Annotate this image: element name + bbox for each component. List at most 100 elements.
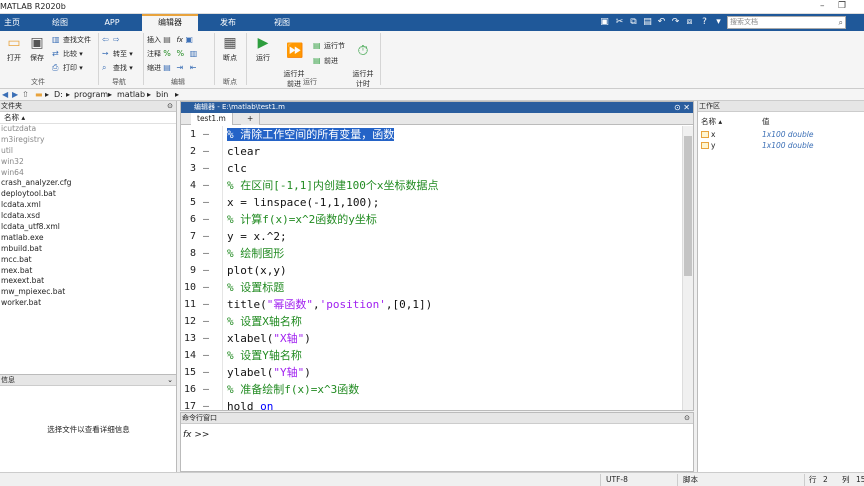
address-bar[interactable]: ◀ ▶ ⇧ ▬ ▸ D: ▸ program ▸ matlab ▸ bin ▸ [0,89,864,101]
help-icon[interactable]: ? [699,17,710,28]
code-text[interactable]: hold on [227,398,273,410]
restore-icon[interactable]: ❐ [838,1,846,11]
find-button[interactable]: ⌕ 查找 ▾ [102,63,133,73]
tab-test1[interactable]: test1.m [191,113,233,125]
code-text[interactable]: % 设置Y轴名称 [227,347,302,364]
file-item[interactable]: crash_analyzer.cfg [0,178,176,189]
file-item[interactable]: lcdata.xsd [0,211,176,222]
file-item[interactable]: mex.bat [0,266,176,277]
code-line[interactable]: 17– hold on [181,398,677,410]
workspace-var-row[interactable]: x 1x100 double [698,129,864,140]
back-icon[interactable]: ◀ [2,89,8,101]
undo-icon[interactable]: ↶ [656,17,667,28]
code-text[interactable]: % 准备绘制f(x)=x^3函数 [227,381,359,398]
code-text[interactable]: plot(x,y) [227,262,287,279]
code-line[interactable]: 16– % 准备绘制f(x)=x^3函数 [181,381,677,398]
code-line[interactable]: 9– plot(x,y) [181,262,677,279]
code-text[interactable]: clc [227,160,247,177]
save-button[interactable]: ▣ 保存 [27,35,47,63]
code-line[interactable]: 10– % 设置标题 [181,279,677,296]
paste-icon[interactable]: ▤ [642,17,653,28]
code-text[interactable]: x = linspace(-1,1,100); [227,194,379,211]
advance-button[interactable]: ▤ 前进 [313,56,338,66]
workspace-var-row[interactable]: y 1x100 double [698,140,864,151]
code-line[interactable]: 6– % 计算f(x)=x^2函数的y坐标 [181,211,677,228]
code-line[interactable]: 3– clc [181,160,677,177]
comment-button[interactable]: 注释 % % ▥ [147,49,201,59]
file-item[interactable]: win64 [0,168,176,179]
editor-window-controls[interactable]: ⊙ ✕ [674,102,690,113]
save-icon[interactable]: ▣ [599,17,610,28]
code-line[interactable]: 8– % 绘制图形 [181,245,677,262]
dropdown-icon[interactable]: ▾ [713,17,724,28]
cut-icon[interactable]: ✂ [614,17,625,28]
code-area[interactable]: 1–% 清除工作空间的所有变量，函数 2– clear 3– clc 4–% 在区间[-1… [181,126,677,410]
file-item[interactable]: util [0,146,176,157]
file-item[interactable]: mw_mpiexec.bat [0,287,176,298]
breadcrumb-drive[interactable]: D: [54,89,63,101]
workspace-column-header[interactable]: 名称 ▴ 值 [698,116,864,127]
run-button[interactable]: ▶ 运行 [252,35,274,63]
code-text[interactable]: % 设置标题 [227,279,284,296]
code-line[interactable]: 1– % 清除工作空间的所有变量，函数 [181,126,677,143]
code-text[interactable]: y = x.^2; [227,228,287,245]
switch-windows-icon[interactable]: ⧈ [684,17,695,28]
breadcrumb-matlab[interactable]: matlab [117,89,145,101]
panel-menu-icon[interactable]: ⊙ [674,103,681,112]
scrollbar-thumb[interactable] [684,136,692,276]
search-input[interactable]: 搜索文档 ⌕ [727,16,846,29]
up-folder-icon[interactable]: ⇧ [22,89,29,101]
tab-home[interactable]: 主页 [0,14,24,31]
code-line[interactable]: 13– xlabel("X轴") [181,330,677,347]
code-text[interactable]: ylabel("Y轴") [227,364,311,381]
insert-button[interactable]: 插入 ▤ fx ▣ [147,35,196,45]
code-line[interactable]: 11– title("幂函数",'position',[0,1]) [181,296,677,313]
file-item[interactable]: matlab.exe [0,233,176,244]
compare-button[interactable]: ⇄ 比较 ▾ [52,49,83,59]
forward-icon[interactable]: ▶ [12,89,18,101]
print-button[interactable]: ⎙ 打印 ▾ [52,63,83,73]
open-button[interactable]: ▭ 打开 [4,35,24,63]
panel-menu-icon[interactable]: ⊙ [167,101,173,112]
panel-menu-icon[interactable]: ⊙ [684,413,690,424]
code-line[interactable]: 14– % 设置Y轴名称 [181,347,677,364]
code-text[interactable]: % 绘制图形 [227,245,284,262]
code-line[interactable]: 12– % 设置X轴名称 [181,313,677,330]
find-files-button[interactable]: ▥ 查找文件 [52,35,91,45]
tab-apps[interactable]: APP [95,14,129,31]
minimize-icon[interactable]: – [820,1,825,11]
code-line[interactable]: 5– x = linspace(-1,1,100); [181,194,677,211]
editor-scrollbar[interactable] [682,126,693,410]
goto-button[interactable]: ➙ 转至 ▾ [102,49,133,59]
code-text[interactable]: title("幂函数",'position',[0,1]) [227,296,432,313]
new-tab-button[interactable]: + [241,113,261,125]
file-item[interactable]: mcc.bat [0,255,176,266]
breadcrumb-program[interactable]: program [74,89,108,101]
code-text[interactable]: % 计算f(x)=x^2函数的y坐标 [227,211,377,228]
close-icon[interactable]: ✕ [683,103,690,112]
command-window[interactable]: 命令行窗口 ⊙ fx >> [180,412,694,472]
code-text[interactable]: % 设置X轴名称 [227,313,302,330]
breakpoints-button[interactable]: ▦ 断点 [218,35,242,63]
breadcrumb-bin[interactable]: bin [156,89,168,101]
indent-button[interactable]: 缩进 ▤ ⇥ ⇤ [147,63,201,73]
command-prompt[interactable]: fx >> [183,430,209,440]
tab-view[interactable]: 视图 [264,14,300,31]
redo-icon[interactable]: ↷ [670,17,681,28]
code-line[interactable]: 15– ylabel("Y轴") [181,364,677,381]
tab-editor[interactable]: 编辑器 [142,14,198,31]
file-item[interactable]: mbuild.bat [0,244,176,255]
nav-arrows[interactable]: ⇦ ⇨ [102,35,124,44]
search-icon[interactable]: ⌕ [839,17,843,28]
file-item[interactable]: lcdata.xml [0,200,176,211]
code-text[interactable]: % 在区间[-1,1]内创建100个x坐标数据点 [227,177,438,194]
tab-plots[interactable]: 绘图 [43,14,77,31]
copy-icon[interactable]: ⧉ [628,17,639,28]
file-item[interactable]: m3iregistry [0,135,176,146]
code-line[interactable]: 4– % 在区间[-1,1]内创建100个x坐标数据点 [181,177,677,194]
run-section-button[interactable]: ▤ 运行节 [313,41,345,51]
file-item[interactable]: win32 [0,157,176,168]
code-text[interactable]: clear [227,143,260,160]
file-item[interactable]: worker.bat [0,298,176,309]
file-item[interactable]: lcdata_utf8.xml [0,222,176,233]
